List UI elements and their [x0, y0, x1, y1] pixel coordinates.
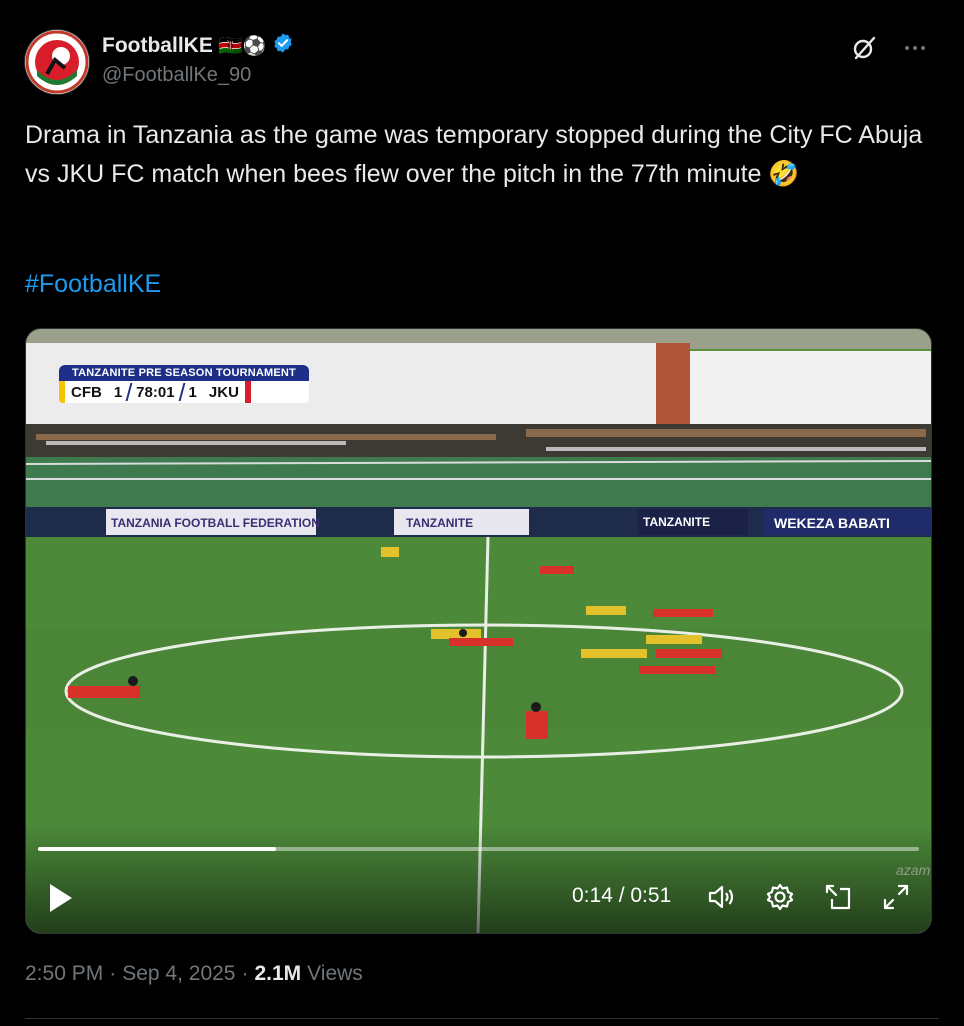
- video-player[interactable]: TANZANIA FOOTBALL FEDERATION TANZANITE T…: [25, 328, 932, 934]
- tweet-time[interactable]: 2:50 PM: [25, 962, 103, 986]
- video-time: 0:14 / 0:51: [572, 884, 672, 907]
- tweet-text: Drama in Tanzania as the game was tempor…: [25, 121, 930, 188]
- tweet-date[interactable]: Sep 4, 2025: [122, 962, 235, 986]
- name-emojis: 🇰🇪⚽: [218, 35, 267, 57]
- hashtag-link[interactable]: #FootballKE: [25, 270, 161, 299]
- scorebug-title: TANZANITE PRE SEASON TOURNAMENT: [59, 365, 309, 381]
- divider: [25, 1018, 939, 1019]
- settings-icon[interactable]: [764, 881, 796, 918]
- scorebug: TANZANITE PRE SEASON TOURNAMENT CFB 1 78…: [59, 365, 309, 403]
- volume-icon[interactable]: [706, 881, 738, 918]
- fullscreen-icon[interactable]: [880, 881, 912, 918]
- scorebug-home-team: CFB: [71, 383, 102, 401]
- scorebug-home-score: 1: [113, 383, 123, 401]
- tweet-meta: 2:50 PM · Sep 4, 2025 · 2.1M Views: [25, 962, 363, 986]
- more-icon[interactable]: [902, 35, 928, 66]
- author-display-name[interactable]: FootballKE: [102, 34, 213, 58]
- video-progress-fill: [38, 847, 276, 851]
- scorebug-away-team: JKU: [208, 383, 239, 401]
- author-name-row[interactable]: FootballKE 🇰🇪⚽: [102, 32, 294, 59]
- author-avatar[interactable]: [25, 30, 89, 94]
- pip-icon[interactable]: [822, 881, 854, 918]
- scorebug-away-score: 1: [188, 383, 197, 401]
- views-count: 2.1M: [254, 962, 302, 985]
- scorebug-clock: 78:01: [136, 383, 175, 401]
- verified-badge-icon: [272, 32, 294, 59]
- author-handle[interactable]: @FootballKe_90: [102, 64, 251, 87]
- board-tff: TANZANIA FOOTBALL FEDERATION: [111, 516, 320, 530]
- views-label: Views: [307, 962, 363, 985]
- video-progress-bar[interactable]: [38, 847, 919, 851]
- board-wekeza: WEKEZA BABATI: [774, 515, 890, 531]
- board-tanzanite-1: TANZANITE: [406, 516, 473, 530]
- play-icon[interactable]: [48, 883, 74, 918]
- grok-icon[interactable]: [850, 34, 878, 67]
- board-tanzanite-2: TANZANITE: [643, 515, 710, 529]
